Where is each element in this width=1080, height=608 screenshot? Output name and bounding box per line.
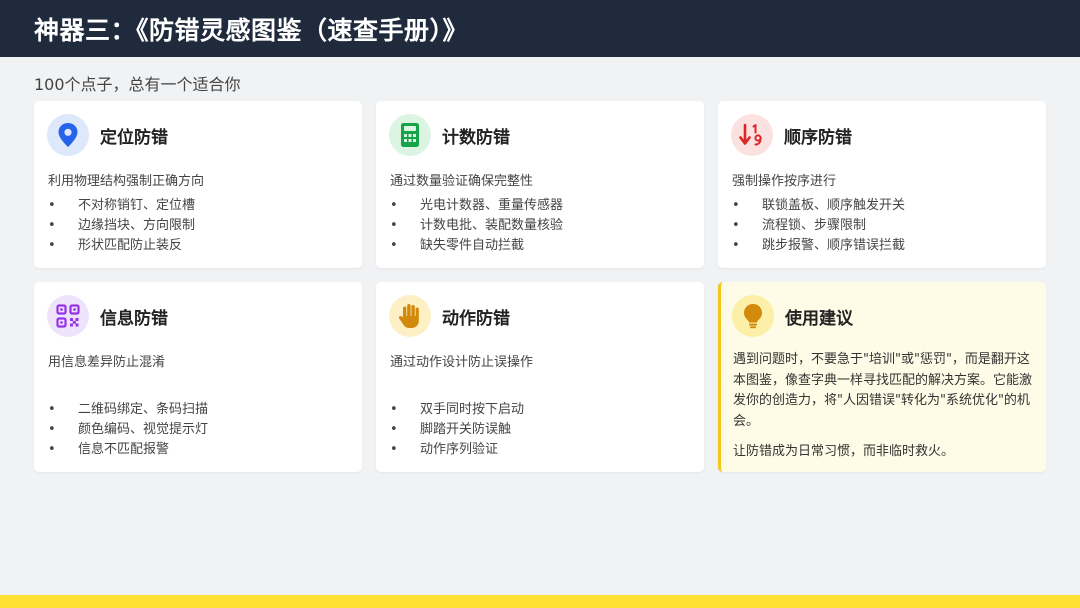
list-item-text: 联锁盖板、顺序触发开关 <box>762 198 906 213</box>
card-title: 使用建议 <box>785 308 853 329</box>
list-item: • 双手同时按下启动 <box>390 400 524 420</box>
list-item: • 缺失零件自动拦截 <box>390 236 563 256</box>
card-description: 利用物理结构强制正确方向 <box>48 174 205 189</box>
bullet-dot: • <box>48 402 56 417</box>
card-title: 顺序防错 <box>784 127 852 148</box>
card-description: 强制操作按序进行 <box>732 174 837 189</box>
calculator-icon <box>389 114 431 156</box>
card-counting: 计数防错 通过数量验证确保完整性 • 光电计数器、重量传感器 • 计数电批、装配数量… <box>376 101 704 268</box>
list-item: • 计数电批、装配数量核验 <box>390 216 563 236</box>
card-action: 动作防错 通过动作设计防止误操作 • 双手同时按下启动 • 脚踏开关防误触 • 动作序… <box>376 282 704 472</box>
advice-paragraph: 遇到问题时，不要急于"培训"或"惩罚"，而是翻开这本图鉴，像查字典一样寻找匹配的… <box>733 352 1033 429</box>
bullet-dot: • <box>390 218 398 233</box>
list-item: • 边缘挡块、方向限制 <box>48 216 195 236</box>
bullet-dot: • <box>48 422 56 437</box>
card-header: 信息防错 <box>47 295 168 337</box>
list-item-text: 双手同时按下启动 <box>420 402 525 417</box>
lightbulb-icon <box>732 295 774 337</box>
bullet-dot: • <box>48 198 56 213</box>
list-item: • 二维码绑定、条码扫描 <box>48 400 208 420</box>
qr-code-icon <box>47 295 89 337</box>
list-item: • 脚踏开关防误触 <box>390 420 524 440</box>
card-header: 顺序防错 <box>731 114 852 156</box>
card-header: 使用建议 <box>732 295 853 337</box>
list-item-text: 光电计数器、重量传感器 <box>420 198 564 213</box>
list-item: • 光电计数器、重量传感器 <box>390 196 563 216</box>
bullet-dot: • <box>390 198 398 213</box>
card-information: 信息防错 用信息差异防止混淆 • 二维码绑定、条码扫描 • 颜色编码、视觉提示灯 •… <box>34 282 362 472</box>
card-header: 动作防错 <box>389 295 510 337</box>
card-positioning: 定位防错 利用物理结构强制正确方向 • 不对称销钉、定位槽 • 边缘挡块、方向限制 … <box>34 101 362 268</box>
hand-icon <box>389 295 431 337</box>
list-item-text: 跳步报警、顺序错误拦截 <box>762 238 906 253</box>
list-item-text: 动作序列验证 <box>420 442 499 457</box>
list-item-text: 缺失零件自动拦截 <box>420 238 525 253</box>
bullet-list: • 二维码绑定、条码扫描 • 颜色编码、视觉提示灯 • 信息不匹配报警 <box>48 400 208 460</box>
slide-header: 神器三：《防错灵感图鉴（速查手册）》 <box>0 0 1080 57</box>
bullet-list: • 联锁盖板、顺序触发开关 • 流程锁、步骤限制 • 跳步报警、顺序错误拦截 <box>732 196 905 256</box>
slide-title: 神器三：《防错灵感图鉴（速查手册）》 <box>34 15 469 45</box>
list-item: • 颜色编码、视觉提示灯 <box>48 420 208 440</box>
advice-closing-line: 让防错成为日常习惯，而非临时救火。 <box>733 444 955 459</box>
card-title: 信息防错 <box>100 308 168 329</box>
bullet-list: • 不对称销钉、定位槽 • 边缘挡块、方向限制 • 形状匹配防止装反 <box>48 196 195 256</box>
list-item: • 跳步报警、顺序错误拦截 <box>732 236 905 256</box>
bullet-list: • 双手同时按下启动 • 脚踏开关防误触 • 动作序列验证 <box>390 400 524 460</box>
bullet-dot: • <box>390 442 398 457</box>
location-pin-icon <box>47 114 89 156</box>
bullet-dot: • <box>732 238 740 253</box>
card-title: 动作防错 <box>442 308 510 329</box>
card-header: 定位防错 <box>47 114 168 156</box>
card-description: 通过动作设计防止误操作 <box>390 355 534 370</box>
bullet-dot: • <box>390 422 398 437</box>
sort-order-icon <box>731 114 773 156</box>
bullet-dot: • <box>48 442 56 457</box>
slide-subtitle: 100个点子，总有一个适合你 <box>34 75 241 94</box>
list-item-text: 计数电批、装配数量核验 <box>420 218 564 233</box>
bullet-dot: • <box>48 218 56 233</box>
card-sequence: 顺序防错 强制操作按序进行 • 联锁盖板、顺序触发开关 • 流程锁、步骤限制 • 跳步… <box>718 101 1046 268</box>
card-title: 定位防错 <box>100 127 168 148</box>
bullet-dot: • <box>48 238 56 253</box>
bullet-dot: • <box>390 238 398 253</box>
bullet-dot: • <box>732 198 740 213</box>
card-header: 计数防错 <box>389 114 510 156</box>
list-item: • 形状匹配防止装反 <box>48 236 195 256</box>
list-item: • 信息不匹配报警 <box>48 440 208 460</box>
bottom-accent-bar <box>0 595 1080 608</box>
list-item-text: 不对称销钉、定位槽 <box>78 198 196 213</box>
list-item: • 动作序列验证 <box>390 440 524 460</box>
list-item: • 不对称销钉、定位槽 <box>48 196 195 216</box>
list-item: • 联锁盖板、顺序触发开关 <box>732 196 905 216</box>
bullet-dot: • <box>732 218 740 233</box>
bullet-dot: • <box>390 402 398 417</box>
list-item-text: 信息不匹配报警 <box>78 442 170 457</box>
list-item-text: 脚踏开关防误触 <box>420 422 512 437</box>
bullet-list: • 光电计数器、重量传感器 • 计数电批、装配数量核验 • 缺失零件自动拦截 <box>390 196 563 256</box>
list-item-text: 颜色编码、视觉提示灯 <box>78 422 209 437</box>
card-usage-advice: 使用建议 遇到问题时，不要急于"培训"或"惩罚"，而是翻开这本图鉴，像查字典一样… <box>718 282 1046 472</box>
card-description: 通过数量验证确保完整性 <box>390 174 534 189</box>
list-item-text: 形状匹配防止装反 <box>78 238 183 253</box>
list-item-text: 二维码绑定、条码扫描 <box>78 402 209 417</box>
card-description: 用信息差异防止混淆 <box>48 355 166 370</box>
card-title: 计数防错 <box>442 127 510 148</box>
list-item: • 流程锁、步骤限制 <box>732 216 905 236</box>
list-item-text: 边缘挡块、方向限制 <box>78 218 196 233</box>
list-item-text: 流程锁、步骤限制 <box>762 218 867 233</box>
